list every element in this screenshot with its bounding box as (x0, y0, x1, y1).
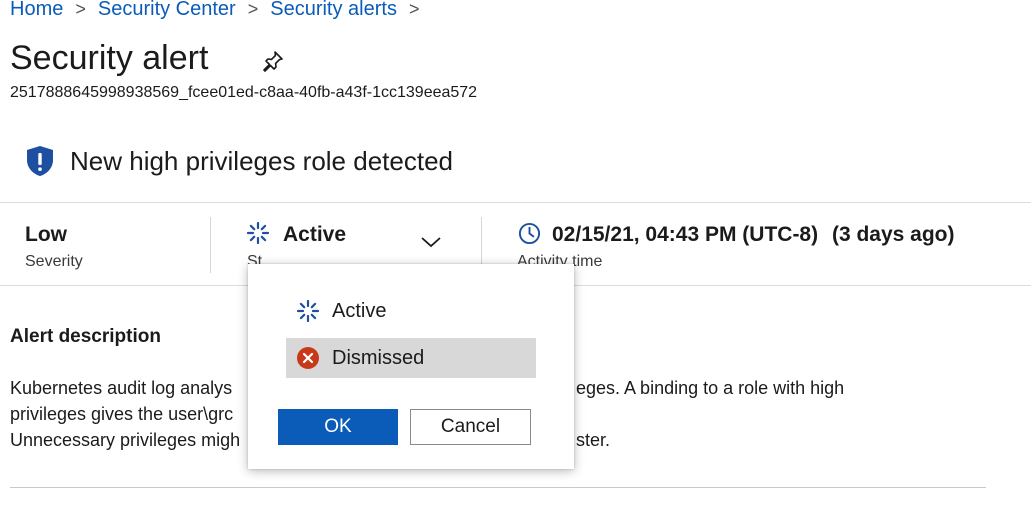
spinner-icon (296, 299, 320, 323)
status-option-dismissed[interactable]: Dismissed (286, 338, 536, 378)
breadcrumb-security-alerts[interactable]: Security alerts (270, 0, 397, 22)
breadcrumb: Home > Security Center > Security alerts… (10, 0, 431, 22)
status-option-active[interactable]: Active (286, 291, 536, 331)
breadcrumb-separator: > (75, 0, 86, 19)
chevron-down-icon (421, 237, 441, 248)
activity-time-value: 02/15/21, 04:43 PM (UTC-8) (3 days ago) (552, 222, 955, 248)
spinner-icon (246, 221, 270, 245)
description-line: privileges gives the user\grc (10, 404, 234, 424)
ok-button[interactable]: OK (278, 409, 398, 445)
clock-icon (518, 222, 541, 245)
breadcrumb-security-center[interactable]: Security Center (98, 0, 236, 22)
divider (210, 217, 211, 273)
alert-id: 2517888645998938569_fcee01ed-c8aa-40fb-a… (10, 84, 478, 101)
description-line: eges. A binding to a role with high (576, 378, 845, 398)
breadcrumb-separator: > (247, 0, 259, 19)
description-line: ster. (576, 430, 611, 450)
activity-relative-time: (3 days ago) (831, 223, 955, 246)
breadcrumb-home[interactable]: Home (10, 0, 63, 22)
activity-timestamp: 02/15/21, 04:43 PM (UTC-8) (552, 223, 819, 246)
alert-description-title: Alert description (10, 326, 161, 347)
status-option-label: Dismissed (332, 346, 425, 369)
cancel-button[interactable]: Cancel (410, 409, 531, 445)
severity-label: Severity (25, 253, 83, 270)
description-line: Kubernetes audit log analys (10, 378, 233, 398)
alert-name: New high privileges role detected (70, 146, 453, 176)
status-popup: Active Dismissed OK Cancel (248, 264, 574, 469)
breadcrumb-separator: > (408, 0, 420, 19)
severity-value: Low (25, 223, 67, 246)
pin-icon[interactable] (261, 49, 285, 73)
description-line: Unnecessary privileges migh (10, 430, 241, 450)
shield-exclamation-icon (27, 146, 53, 176)
status-option-label: Active (332, 299, 387, 322)
divider (10, 487, 986, 488)
page-title: Security alert (10, 39, 209, 77)
dismiss-circle-icon (297, 347, 319, 369)
status-value: Active (283, 223, 347, 246)
